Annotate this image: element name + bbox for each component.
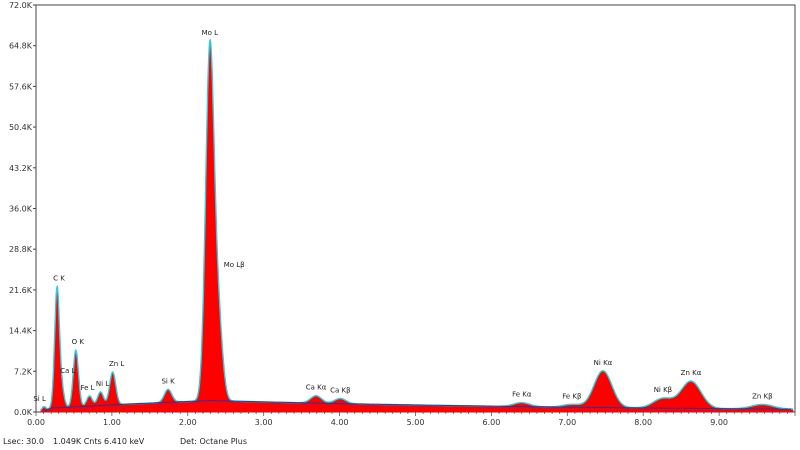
y-tick-label: 64.8K [9,42,33,51]
peak-label: Fe Kα [512,391,532,399]
y-tick-label: 7.2K [14,367,33,376]
x-tick-label: 6.00 [482,418,500,427]
x-tick-label: 5.00 [407,418,425,427]
x-tick-label: 8.00 [634,418,652,427]
x-tick-label: 4.00 [331,418,349,427]
peak-label: Fe Kβ [562,392,581,400]
peak-labels: Si L C K O K Ca L Fe L Ni L Zn L Si K Mo L Mo Lβ C… [33,29,772,403]
x-tick-label: 7.00 [558,418,576,427]
peak-label: Fe L [80,384,94,392]
status-bar: Lsec: 30.0 1.049K Cnts 6.410 keV Det: Oc… [0,430,800,450]
plot-frame [35,4,796,413]
peak-label: Zn L [109,360,124,368]
y-tick-label: 0.0K [14,408,33,417]
detector-readout: Det: Octane Plus [180,437,248,446]
lsec-readout: Lsec: 30.0 [3,437,44,446]
peak-label: Mo Lβ [224,261,245,269]
counts-readout: 1.049K Cnts [53,437,102,446]
spectrum-fill [40,40,794,412]
energy-readout: 6.410 keV [104,437,145,446]
peak-label: Ni Kβ [654,386,672,394]
x-tick-label: 2.00 [179,418,197,427]
y-tick-label: 43.2K [9,164,33,173]
peak-label: O K [72,338,85,346]
peak-label: Si L [33,395,46,403]
peak-label: Ni L [96,380,109,388]
x-tick-label: 1.00 [103,418,121,427]
peak-label: Ca Kβ [330,387,350,395]
x-tick-label: 9.00 [710,418,728,427]
peak-label: Si K [161,377,175,385]
peak-label: Ca L [60,367,75,375]
peak-label: Zn Kβ [752,392,773,400]
spectrum-layer [40,37,794,412]
y-tick-label: 50.4K [9,123,33,132]
y-tick-label: 36.0K [9,205,33,214]
chart-axes: 0.0K 7.2K 14.4K 21.6K 28.8K 36.0K 43.2K 50.4K 57… [9,1,796,427]
peak-label: Mo L [202,29,219,37]
x-tick-label: 3.00 [255,418,273,427]
y-tick-label: 14.4K [9,327,33,336]
peak-label: C K [53,275,65,283]
y-tick-label: 57.6K [9,82,33,91]
peak-label: Zn Kα [681,369,702,377]
peak-label: Ni Kα [594,359,613,367]
peak-label: Ca Kα [306,384,327,392]
y-tick-label: 21.6K [9,286,33,295]
eds-spectrum-chart: 0.0K 7.2K 14.4K 21.6K 28.8K 36.0K 43.2K 50.4K 57… [9,1,796,427]
x-tick-label: 0.00 [27,418,45,427]
y-tick-label: 72.0K [9,1,33,10]
y-tick-label: 28.8K [9,245,33,254]
spectrum-outline [40,37,794,411]
